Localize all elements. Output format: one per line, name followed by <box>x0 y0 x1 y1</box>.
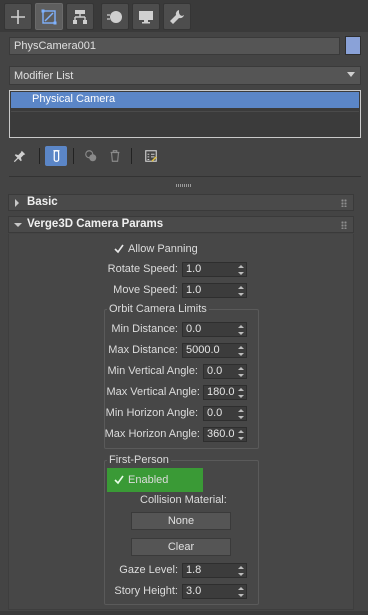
spinner-arrows-icon[interactable] <box>238 346 244 356</box>
remove-modifier-button[interactable] <box>104 146 126 166</box>
story-height-label: Story Height: <box>114 585 178 597</box>
allow-panning-checkbox[interactable]: Allow Panning <box>114 243 198 255</box>
allow-panning-label: Allow Panning <box>128 243 198 255</box>
object-color-swatch[interactable] <box>345 36 361 55</box>
drag-handle-icon[interactable] <box>341 199 347 207</box>
chevron-down-icon <box>14 223 22 227</box>
min-vertical-angle-spinner[interactable]: 0.0 <box>203 364 247 379</box>
max-vertical-angle-spinner[interactable]: 180.0 <box>203 385 247 400</box>
toolbar-divider <box>131 148 132 164</box>
modifier-stack: Physical Camera <box>9 90 361 138</box>
rollout-title: Verge3D Camera Params <box>27 218 164 230</box>
spinner-arrows-icon[interactable] <box>238 566 244 576</box>
make-unique-button[interactable] <box>80 146 102 166</box>
enabled-label: Enabled <box>128 474 169 486</box>
object-name-field[interactable]: PhysCamera001 <box>9 37 340 55</box>
hierarchy-icon <box>73 9 87 24</box>
tab-hierarchy[interactable] <box>66 3 94 30</box>
tab-modify[interactable] <box>35 3 63 30</box>
gaze-level-spinner[interactable]: 1.8 <box>182 563 247 578</box>
enabled-highlight: Enabled <box>107 468 203 492</box>
max-distance-spinner[interactable]: 5000.0 <box>182 343 247 358</box>
gaze-level-label: Gaze Level: <box>119 564 178 576</box>
chevron-down-icon <box>347 72 355 77</box>
spinner-arrows-icon[interactable] <box>238 409 244 419</box>
min-distance-spinner[interactable]: 0.0 <box>182 322 247 337</box>
max-vertical-angle-value: 180.0 <box>207 386 235 398</box>
spinner-arrows-icon[interactable] <box>238 367 244 377</box>
modifier-list-label: Modifier List <box>14 70 74 82</box>
min-distance-value: 0.0 <box>186 323 202 335</box>
pin-stack-button[interactable] <box>9 146 31 166</box>
spinner-arrows-icon[interactable] <box>238 388 244 398</box>
make-unique-icon <box>85 150 97 162</box>
modifier-list-dropdown[interactable]: Modifier List <box>9 66 361 85</box>
motion-icon <box>107 10 122 23</box>
tab-utilities[interactable] <box>163 3 191 30</box>
tab-create[interactable] <box>4 3 32 30</box>
drag-handle-icon[interactable] <box>341 221 347 229</box>
check-icon <box>114 244 124 253</box>
pin-icon <box>13 150 26 163</box>
max-vertical-angle-label: Max Vertical Angle: <box>106 386 200 398</box>
move-speed-spinner[interactable]: 1.0 <box>182 283 247 298</box>
show-end-result-button[interactable] <box>45 146 67 166</box>
command-panel-tabs <box>0 0 368 32</box>
spinner-arrows-icon[interactable] <box>238 286 244 296</box>
panel-bottom-edge <box>0 611 368 615</box>
checkbox[interactable] <box>114 244 124 254</box>
rotate-speed-value: 1.0 <box>186 263 202 275</box>
max-distance-label: Max Distance: <box>108 344 178 356</box>
test-tube-icon <box>53 150 60 162</box>
rotate-speed-label: Rotate Speed: <box>107 263 178 275</box>
min-horizon-angle-label: Min Horizon Angle: <box>105 407 198 419</box>
stack-item-physical-camera[interactable]: Physical Camera <box>11 92 359 108</box>
gaze-level-value: 1.8 <box>186 564 202 576</box>
spinner-arrows-icon[interactable] <box>238 430 244 440</box>
first-person-title: First-Person <box>107 454 171 466</box>
min-horizon-angle-spinner[interactable]: 0.0 <box>203 406 247 421</box>
tab-display[interactable] <box>132 3 160 30</box>
min-horizon-angle-value: 0.0 <box>207 407 223 419</box>
max-distance-value: 5000.0 <box>186 344 220 356</box>
configure-sets-icon <box>145 150 157 162</box>
checkbox[interactable] <box>114 475 124 485</box>
toolbar-divider <box>73 148 74 164</box>
rotate-speed-spinner[interactable]: 1.0 <box>182 262 247 277</box>
min-vertical-angle-value: 0.0 <box>207 365 223 377</box>
collision-material-none-button[interactable]: None <box>131 512 231 530</box>
max-horizon-angle-spinner[interactable]: 360.0 <box>203 427 247 442</box>
stack-divider <box>11 111 359 112</box>
orbit-camera-limits-title: Orbit Camera Limits <box>107 303 209 315</box>
collision-material-label: Collision Material: <box>140 494 227 506</box>
utilities-icon <box>170 9 184 24</box>
tab-motion[interactable] <box>101 3 129 30</box>
spinner-arrows-icon[interactable] <box>238 587 244 597</box>
first-person-enabled-checkbox[interactable]: Enabled <box>114 474 169 486</box>
configure-modifier-sets-button[interactable] <box>140 146 162 166</box>
move-speed-label: Move Speed: <box>113 284 178 296</box>
max-horizon-angle-label: Max Horizon Angle: <box>104 428 200 440</box>
move-speed-value: 1.0 <box>186 284 202 296</box>
modify-icon <box>41 9 57 24</box>
trash-icon <box>110 150 120 162</box>
chevron-right-icon <box>15 199 19 207</box>
plus-icon <box>11 9 25 24</box>
rollout-basic[interactable]: Basic <box>8 194 354 211</box>
rollout-verge3d-camera-params[interactable]: Verge3D Camera Params <box>8 216 354 233</box>
story-height-spinner[interactable]: 3.0 <box>182 584 247 599</box>
rollout-title: Basic <box>27 196 58 208</box>
toolbar-divider <box>39 148 40 164</box>
display-icon <box>139 10 153 23</box>
spinner-arrows-icon[interactable] <box>238 265 244 275</box>
resize-grip-handle[interactable] <box>176 184 192 187</box>
min-distance-label: Min Distance: <box>111 323 178 335</box>
check-icon <box>114 475 124 484</box>
min-vertical-angle-label: Min Vertical Angle: <box>107 365 199 377</box>
spinner-arrows-icon[interactable] <box>238 325 244 335</box>
story-height-value: 3.0 <box>186 585 202 597</box>
collision-material-clear-button[interactable]: Clear <box>131 538 231 556</box>
max-horizon-angle-value: 360.0 <box>207 428 235 440</box>
divider <box>9 176 361 177</box>
